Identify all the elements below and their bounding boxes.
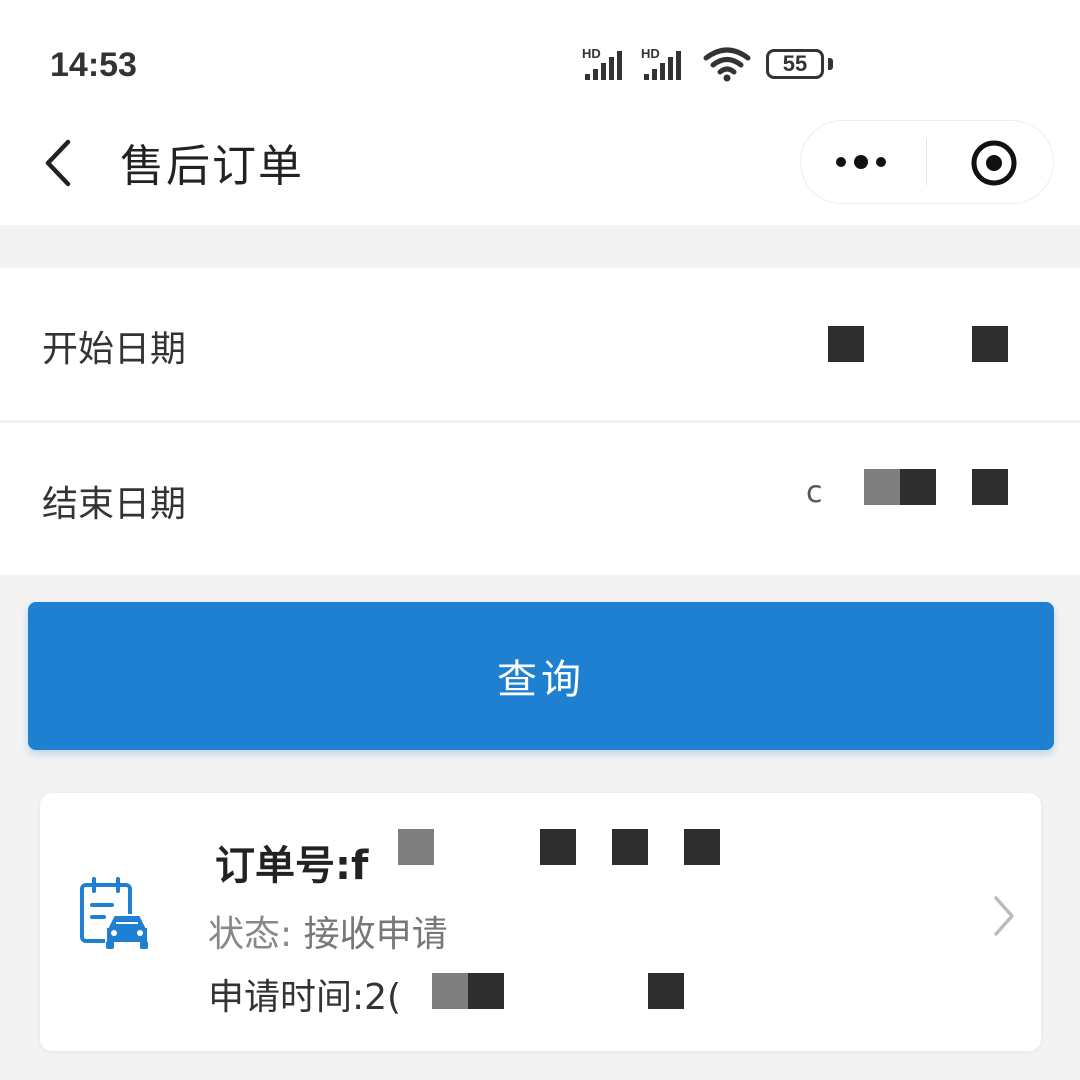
query-button[interactable]: 查询 xyxy=(28,602,1054,750)
status-time: 14:53 xyxy=(50,46,137,84)
chevron-right-icon xyxy=(994,896,1014,936)
redacted-block xyxy=(900,469,936,505)
start-date-label: 开始日期 xyxy=(42,329,187,370)
order-card[interactable]: 订单号:f 状态: 接收申请 申请时间:2( xyxy=(40,793,1041,1051)
start-date-row[interactable]: 开始日期 xyxy=(0,268,1080,420)
battery-tip xyxy=(828,58,833,70)
redacted-block xyxy=(612,829,648,865)
nav-bar: 售后订单 xyxy=(0,100,1080,225)
more-icon[interactable] xyxy=(831,141,891,183)
redacted-block xyxy=(648,973,684,1009)
close-mini-program-icon[interactable] xyxy=(969,138,1019,188)
end-date-partial: c xyxy=(806,475,823,510)
end-date-row[interactable]: 结束日期 c xyxy=(0,423,1080,575)
redacted-block xyxy=(540,829,576,865)
redacted-block xyxy=(828,326,864,362)
redacted-block xyxy=(398,829,434,865)
signal-2-label: HD xyxy=(641,46,660,61)
redacted-block xyxy=(684,829,720,865)
order-status-label: 状态: xyxy=(208,914,293,955)
page-title: 售后订单 xyxy=(120,141,304,192)
order-status: 状态: 接收申请 xyxy=(208,905,448,957)
signal-1-icon: HD xyxy=(582,46,622,80)
order-status-value: 接收申请 xyxy=(303,914,448,955)
wifi-icon xyxy=(703,47,751,82)
redacted-block xyxy=(432,973,468,1009)
apply-time: 申请时间:2( xyxy=(208,977,402,1018)
battery-icon: 55 xyxy=(766,49,824,79)
calendar-car-icon xyxy=(80,877,149,949)
redacted-block xyxy=(972,326,1008,362)
redacted-block xyxy=(972,469,1008,505)
back-icon[interactable] xyxy=(40,138,80,188)
signal-1-label: HD xyxy=(582,46,601,61)
end-date-label: 结束日期 xyxy=(42,484,187,525)
signal-2-icon: HD xyxy=(641,46,681,80)
capsule-divider xyxy=(926,139,927,185)
redacted-block xyxy=(468,973,504,1009)
redacted-block xyxy=(864,469,900,505)
mini-program-capsule xyxy=(800,120,1054,204)
order-number: 订单号:f xyxy=(215,843,369,889)
